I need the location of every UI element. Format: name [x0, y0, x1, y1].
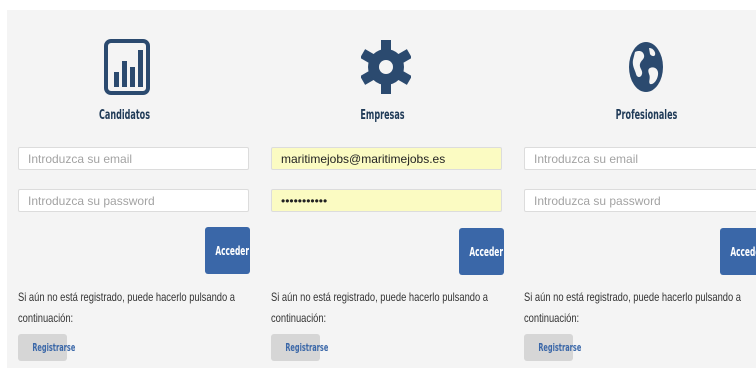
register-label: Registrarse — [538, 341, 582, 354]
column-title: Profesionales — [615, 108, 678, 123]
email-field[interactable] — [271, 147, 502, 170]
login-panel: Candidatos Acceder Si aún no está regist… — [7, 10, 756, 368]
register-label: Registrarse — [285, 341, 329, 354]
gear-icon — [359, 38, 413, 96]
globe-icon — [619, 38, 673, 96]
column-profesionales: Profesionales Acceder Si aún no está reg… — [524, 10, 756, 368]
register-button[interactable]: Registrarse — [524, 334, 581, 361]
email-field[interactable] — [18, 147, 249, 170]
password-field[interactable] — [524, 189, 756, 212]
email-field[interactable] — [524, 147, 756, 170]
acceder-button[interactable]: Acceder — [459, 228, 504, 275]
register-note: Si aún no está registrado, puede hacerlo… — [18, 290, 235, 325]
register-button[interactable]: Registrarse — [271, 334, 328, 361]
bar-chart-icon — [100, 38, 154, 96]
register-label: Registrarse — [32, 341, 76, 354]
column-title: Candidatos — [98, 108, 151, 123]
register-note: Si aún no está registrado, puede hacerlo… — [524, 290, 741, 325]
acceder-label: Acceder — [730, 244, 756, 259]
acceder-button[interactable]: Acceder — [205, 227, 250, 274]
password-field[interactable] — [271, 189, 502, 212]
column-candidatos: Candidatos Acceder Si aún no está regist… — [18, 10, 251, 368]
column-empresas: Empresas Acceder Si aún no está registra… — [271, 10, 504, 368]
acceder-label: Acceder — [215, 243, 249, 258]
acceder-button[interactable]: Acceder — [720, 228, 756, 275]
register-button[interactable]: Registrarse — [18, 334, 75, 361]
column-title: Empresas — [360, 108, 405, 123]
acceder-label: Acceder — [469, 244, 503, 259]
register-note: Si aún no está registrado, puede hacerlo… — [271, 290, 488, 325]
password-field[interactable] — [18, 189, 249, 212]
